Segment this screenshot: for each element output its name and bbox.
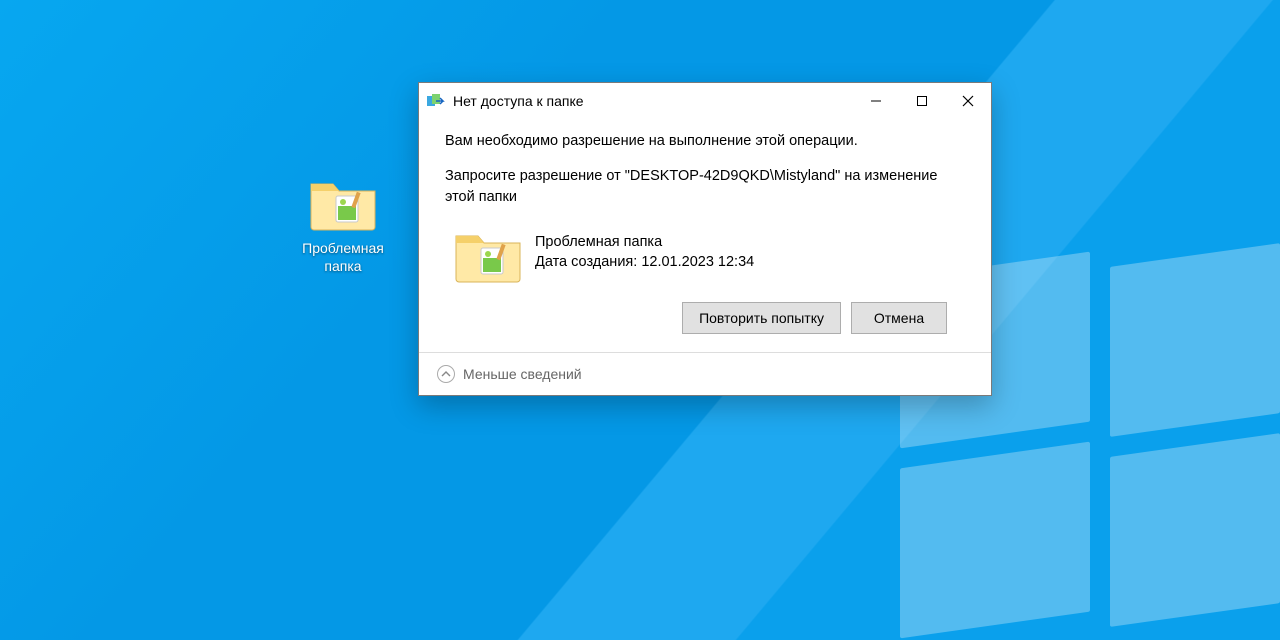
maximize-button[interactable]: [899, 85, 945, 117]
dialog-app-icon: [427, 92, 445, 110]
retry-button[interactable]: Повторить попытку: [682, 302, 841, 334]
permission-dialog: Нет доступа к папке Вам необходимо разре…: [418, 82, 992, 396]
dialog-titlebar[interactable]: Нет доступа к папке: [419, 83, 991, 119]
desktop: Проблемная папка Нет доступа к папке: [0, 0, 1280, 640]
close-button[interactable]: [945, 85, 991, 117]
less-details-label: Меньше сведений: [463, 366, 582, 382]
desktop-folder-icon[interactable]: Проблемная папка: [296, 174, 390, 275]
less-details-toggle[interactable]: Меньше сведений: [419, 353, 991, 395]
cancel-button[interactable]: Отмена: [851, 302, 947, 334]
dialog-folder-created: Дата создания: 12.01.2023 12:34: [535, 252, 754, 272]
dialog-folder-info: Проблемная папка Дата создания: 12.01.20…: [445, 222, 965, 302]
chevron-up-icon: [437, 365, 455, 383]
dialog-message: Вам необходимо разрешение на выполнение …: [445, 131, 965, 152]
folder-icon: [308, 174, 378, 234]
minimize-button[interactable]: [853, 85, 899, 117]
dialog-folder-name: Проблемная папка: [535, 232, 754, 252]
folder-icon: [453, 226, 519, 284]
desktop-folder-label: Проблемная папка: [296, 240, 390, 275]
dialog-title: Нет доступа к папке: [453, 93, 584, 109]
dialog-instruction: Запросите разрешение от "DESKTOP-42D9QKD…: [445, 166, 965, 208]
